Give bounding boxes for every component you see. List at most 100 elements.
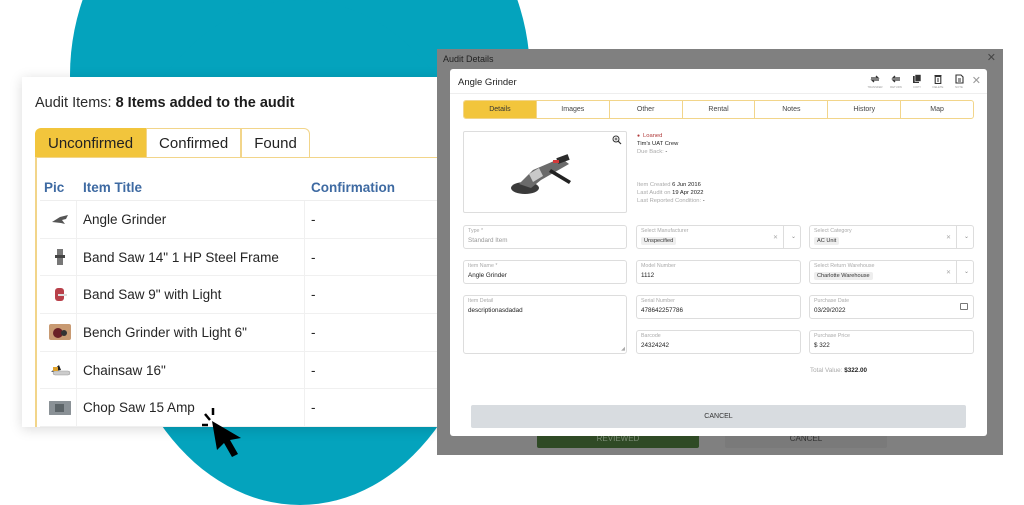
column-header-confirmation[interactable]: Confirmation	[305, 180, 442, 195]
return-warehouse-select[interactable]: Select Return Warehouse Charlotte Wareho…	[809, 260, 974, 284]
zoom-in-icon[interactable]	[612, 135, 622, 145]
confirmation-value: -	[311, 211, 316, 227]
purchase-date-label: Purchase Date	[814, 298, 850, 304]
dialog-toolbar: TRANSFER RETURN COPY DELETE NOTE	[866, 74, 968, 89]
return-warehouse-value: Charlotte Warehouse	[814, 272, 873, 280]
due-back-value: -	[665, 149, 668, 156]
item-title: Bench Grinder with Light 6"	[77, 314, 305, 351]
column-header-title[interactable]: Item Title	[77, 180, 305, 195]
chevron-down-icon[interactable]: ⌄	[964, 233, 969, 240]
table-row[interactable]: Chainsaw 16" -	[40, 351, 442, 390]
marketing-canvas: Audit Items: 8 Items added to the audit …	[0, 0, 1024, 505]
delete-label: DELETE	[932, 85, 944, 89]
pic-cell	[40, 276, 77, 314]
divider	[956, 226, 957, 248]
item-name-value: Angle Grinder	[468, 272, 507, 279]
table-row[interactable]: Band Saw 14" 1 HP Steel Frame -	[40, 238, 442, 277]
created-value: 6 Jun 2016	[672, 181, 701, 188]
return-warehouse-label: Select Return Warehouse	[814, 263, 875, 269]
close-icon[interactable]: ✕	[987, 51, 996, 64]
table-row[interactable]: Band Saw 9" with Light -	[40, 276, 442, 315]
pic-cell	[40, 238, 77, 276]
chevron-down-icon[interactable]: ⌄	[964, 268, 969, 275]
delete-button[interactable]: DELETE	[929, 74, 947, 89]
item-title: Chop Saw 15 Amp	[77, 389, 305, 427]
audit-details-title: Audit Details	[443, 54, 494, 64]
tab-map[interactable]: Map	[901, 101, 973, 118]
model-number-field[interactable]: Model Number 1112	[636, 260, 801, 284]
total-value: Total Value: $322.00	[810, 367, 867, 374]
calendar-icon[interactable]	[960, 303, 968, 310]
category-label: Select Category	[814, 228, 852, 234]
condition-label: Last Reported Condition:	[637, 198, 702, 205]
band-saw-thumb	[55, 249, 65, 266]
column-header-pic[interactable]: Pic	[40, 180, 77, 195]
purchase-price-value: $ 322	[814, 342, 830, 349]
tab-images[interactable]: Images	[537, 101, 610, 118]
resize-handle-icon[interactable]: ◢	[621, 346, 625, 352]
item-title: Band Saw 14" 1 HP Steel Frame	[77, 238, 305, 276]
item-title: Band Saw 9" with Light	[77, 276, 305, 314]
divider	[783, 226, 784, 248]
item-title: Angle Grinder	[77, 201, 305, 238]
item-photo[interactable]	[463, 131, 627, 213]
transfer-icon	[870, 75, 880, 83]
clear-icon[interactable]: ✕	[946, 269, 951, 276]
serial-number-field[interactable]: Serial Number 478642257786	[636, 295, 801, 319]
serial-number-value: 478642257786	[641, 307, 684, 314]
heading-prefix: Audit Items:	[35, 95, 116, 111]
type-field[interactable]: Type * Standard Item	[463, 225, 627, 249]
pic-cell	[40, 351, 77, 389]
model-number-label: Model Number	[641, 263, 676, 269]
tab-found[interactable]: Found	[241, 128, 310, 157]
audit-items-card: Audit Items: 8 Items added to the audit …	[22, 77, 442, 427]
category-value: AC Unit	[814, 237, 840, 245]
audit-items-table: Pic Item Title Confirmation Angle Grinde…	[40, 175, 442, 427]
tab-other[interactable]: Other	[610, 101, 683, 118]
item-name-field[interactable]: Item Name * Angle Grinder	[463, 260, 627, 284]
barcode-field[interactable]: Barcode 24324242	[636, 330, 801, 354]
transfer-button[interactable]: TRANSFER	[866, 74, 884, 89]
purchase-date-field[interactable]: Purchase Date 03/29/2022	[809, 295, 974, 319]
note-button[interactable]: NOTE	[950, 74, 968, 89]
tab-details[interactable]: Details	[464, 101, 537, 118]
note-label: NOTE	[955, 85, 963, 89]
created-label: Item Created	[637, 181, 671, 188]
tab-notes[interactable]: Notes	[755, 101, 829, 118]
total-label: Total Value:	[810, 367, 843, 374]
pic-cell	[40, 389, 77, 427]
audit-items-heading: Audit Items: 8 Items added to the audit	[35, 95, 294, 111]
category-select[interactable]: Select Category AC Unit ✕ ⌄	[809, 225, 974, 249]
chevron-down-icon[interactable]: ⌄	[791, 233, 796, 240]
assignee: Tim's UAT Crew	[637, 141, 679, 148]
clear-icon[interactable]: ✕	[946, 234, 951, 241]
tab-rental[interactable]: Rental	[683, 101, 756, 118]
return-label: RETURN	[890, 85, 902, 89]
purchase-date-value: 03/29/2022	[814, 307, 846, 314]
return-button[interactable]: RETURN	[887, 74, 905, 89]
tab-history[interactable]: History	[828, 101, 902, 118]
close-icon[interactable]: ✕	[972, 74, 981, 87]
table-row[interactable]: Angle Grinder -	[40, 201, 442, 239]
copy-button[interactable]: COPY	[908, 74, 926, 89]
table-row[interactable]: Bench Grinder with Light 6" -	[40, 314, 442, 352]
purchase-price-label: Purchase Price	[814, 333, 850, 339]
band-saw-light-thumb	[55, 287, 67, 301]
due-back-label: Due Back:	[637, 149, 664, 156]
divider	[450, 93, 987, 94]
clear-icon[interactable]: ✕	[773, 234, 778, 241]
tab-confirmed[interactable]: Confirmed	[146, 128, 242, 157]
angle-grinder-image	[511, 154, 571, 194]
detail-tabs: Details Images Other Rental Notes Histor…	[463, 100, 974, 119]
confirmation-value: -	[311, 324, 316, 340]
cancel-button[interactable]: CANCEL	[471, 405, 966, 428]
pic-cell	[40, 201, 77, 238]
copy-icon	[913, 74, 922, 83]
tab-unconfirmed[interactable]: Unconfirmed	[35, 128, 147, 157]
item-detail-textarea[interactable]: Item Detail descriptionasdadad ◢	[463, 295, 627, 354]
item-detail-value: descriptionasdadad	[468, 307, 523, 314]
manufacturer-select[interactable]: Select Manufacturer Unspecified ✕ ⌄	[636, 225, 801, 249]
item-title: Chainsaw 16"	[77, 351, 305, 389]
purchase-price-field[interactable]: Purchase Price $ 322	[809, 330, 974, 354]
barcode-label: Barcode	[641, 333, 661, 339]
